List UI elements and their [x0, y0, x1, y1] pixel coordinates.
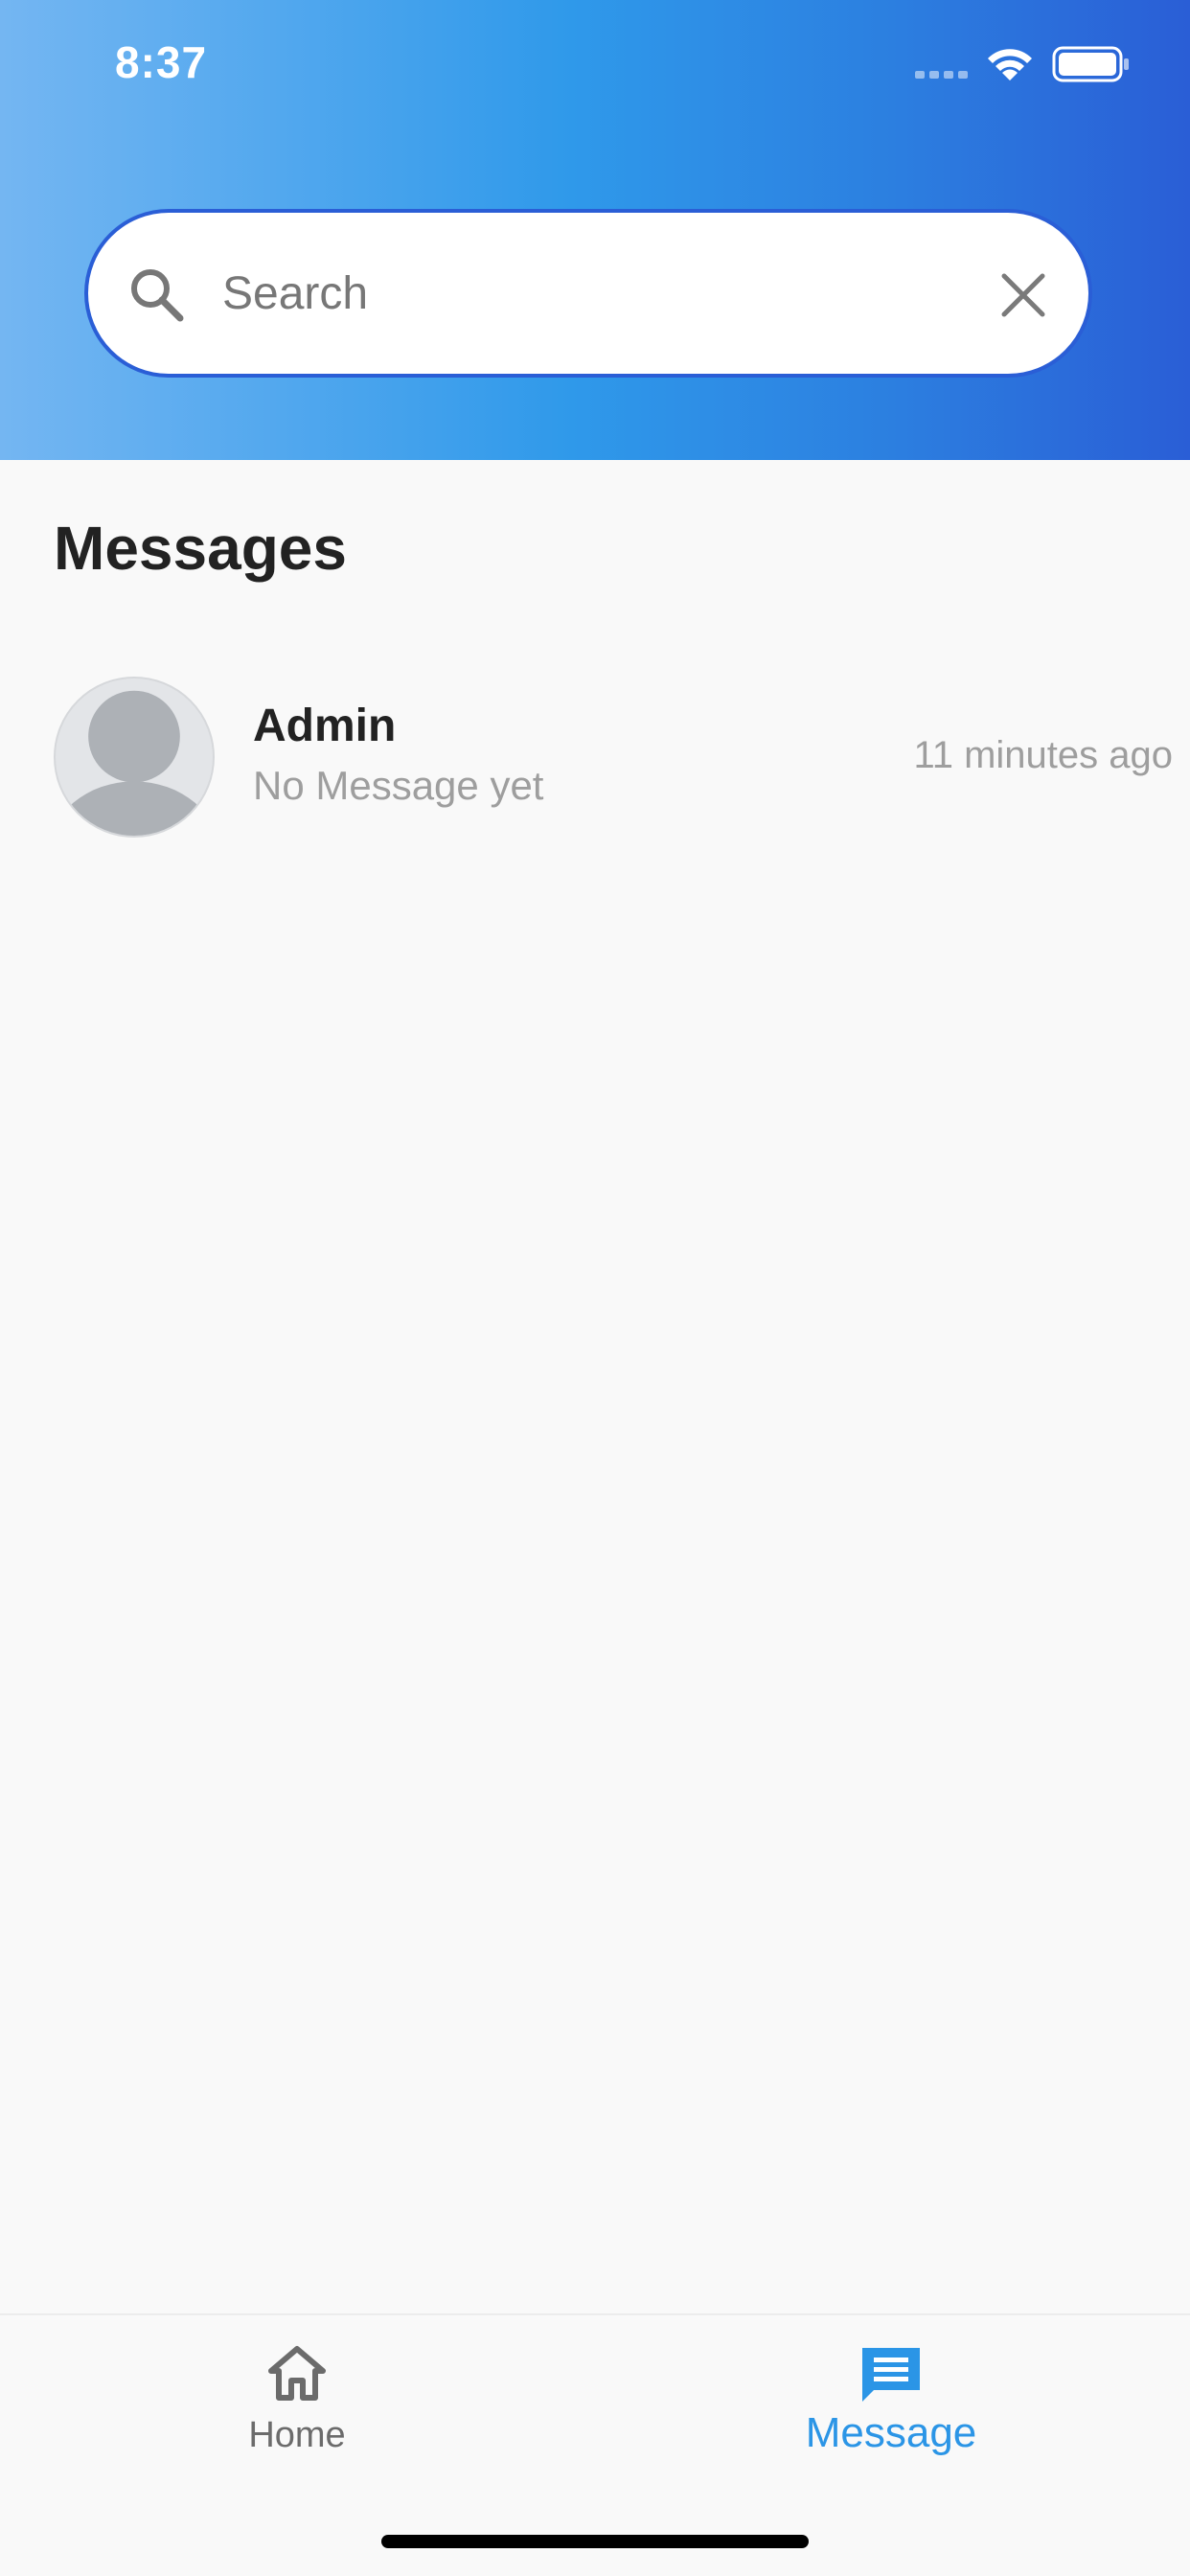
nav-home[interactable]: Home: [153, 2315, 441, 2478]
message-icon: [862, 2348, 920, 2402]
header: 8:37: [0, 0, 1190, 460]
search-bar[interactable]: [84, 209, 1092, 378]
status-bar: 8:37: [0, 0, 1190, 134]
user-avatar-icon: [56, 690, 213, 836]
wifi-icon: [988, 49, 1032, 80]
nav-message-label: Message: [805, 2409, 977, 2456]
close-icon[interactable]: [998, 270, 1048, 320]
nav-home-label: Home: [248, 2415, 346, 2455]
search-input[interactable]: [222, 247, 970, 339]
signal-icon: [915, 71, 968, 79]
conversation-time: 11 minutes ago: [913, 734, 1173, 776]
conversation-name: Admin: [253, 701, 397, 751]
conversation-item[interactable]: Admin No Message yet 11 minutes ago: [0, 671, 1190, 843]
avatar: [54, 677, 215, 838]
messages-screen: 8:37 Search Messages Admin No Message ye…: [0, 0, 1190, 2576]
battery-icon: [1052, 46, 1129, 82]
page-title: Messages: [54, 514, 347, 583]
conversation-preview: No Message yet: [253, 763, 544, 808]
nav-message[interactable]: Message: [747, 2315, 1035, 2478]
home-indicator[interactable]: [381, 2535, 809, 2548]
status-time: 8:37: [115, 37, 208, 87]
home-icon: [268, 2346, 326, 2401]
search-icon: [131, 269, 184, 322]
